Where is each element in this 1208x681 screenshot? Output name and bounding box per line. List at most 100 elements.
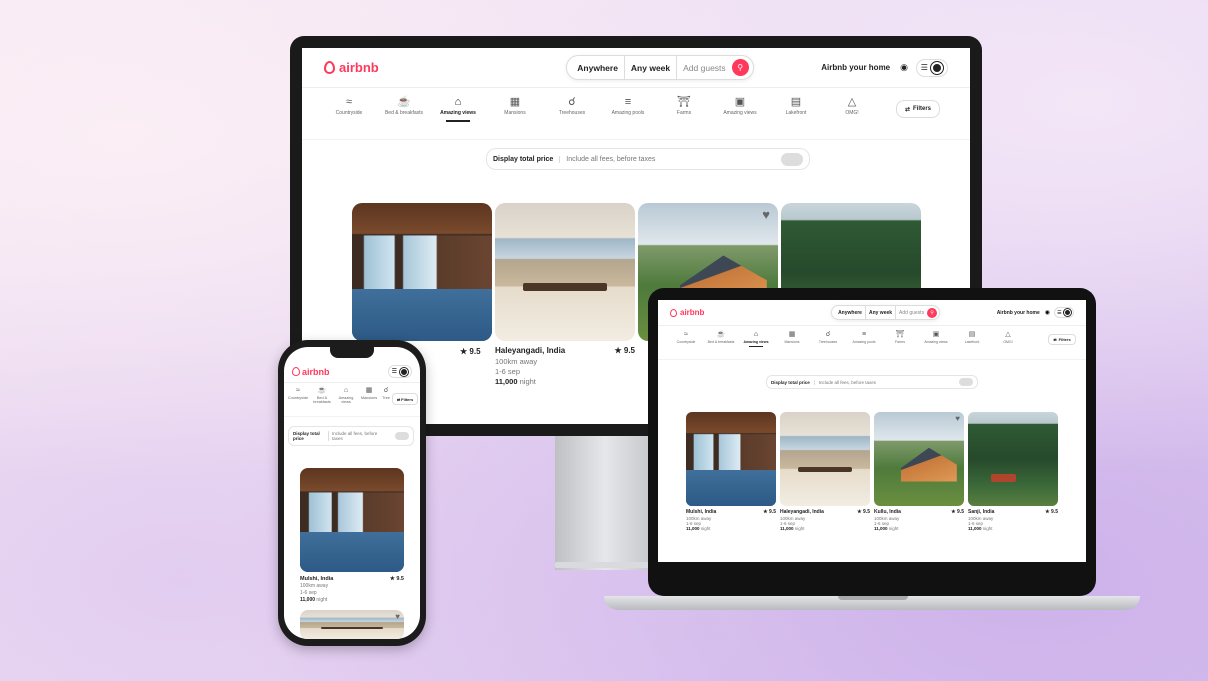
star-icon: ★ xyxy=(460,347,468,356)
total-price-toggle[interactable] xyxy=(781,152,803,166)
heart-icon[interactable]: ♥ xyxy=(395,612,400,621)
category-amazing-views-2[interactable]: ▣ Amazing views xyxy=(918,331,954,344)
listing-title-row: Haleyangadi, India ★ 9.5 xyxy=(780,509,870,515)
total-price-toggle-bar[interactable]: Display total price Include all fees, be… xyxy=(486,148,810,170)
airbnb-logo[interactable]: airbnb xyxy=(292,367,330,377)
search-bar[interactable]: Anywhere Any week Add guests ⚲ xyxy=(566,55,754,80)
listing-price: 11,000 night xyxy=(495,377,536,386)
countryside-icon: ≈ xyxy=(684,331,688,338)
category-omg[interactable]: △ OMG! xyxy=(990,331,1026,344)
listing-card[interactable]: Sanji, India ★ 9.5 100km away 1-6 sep 11,… xyxy=(968,412,1058,531)
listing-photo[interactable] xyxy=(780,412,870,506)
listing-title-row: Sanji, India ★ 9.5 xyxy=(968,509,1058,515)
omg-icon: △ xyxy=(847,96,857,108)
category-bed-breakfasts[interactable]: ☕ Bed & breakfasts xyxy=(310,387,334,405)
category-treehouses[interactable]: ☌ Treehouses xyxy=(810,331,846,344)
category-amazing-pools[interactable]: ≡ Amazing pools xyxy=(600,96,656,117)
listing-price: 11,000 night xyxy=(780,526,805,531)
airbnb-logo[interactable]: airbnb xyxy=(670,308,704,317)
category-countryside[interactable]: ≈ Countryside xyxy=(668,331,704,344)
search-icon[interactable]: ⚲ xyxy=(731,59,749,76)
category-amazing-views[interactable]: ⌂ Amazing views xyxy=(738,331,774,348)
listing-card[interactable]: Haleyangadi, India ★ 9.5 100km away 1-6 … xyxy=(495,203,635,386)
mansions-icon: ▦ xyxy=(509,96,521,108)
category-amazing-views[interactable]: ⌂ Amazing views xyxy=(334,387,358,405)
star-icon: ★ xyxy=(763,509,768,515)
host-link[interactable]: Airbnb your home xyxy=(821,63,890,72)
listing-photo[interactable] xyxy=(495,203,635,341)
search-guests[interactable]: Add guests xyxy=(896,310,927,316)
listing-photo[interactable] xyxy=(686,412,776,506)
category-mansions[interactable]: ▦ Mansions xyxy=(486,96,544,117)
listing-card[interactable]: ♥ Kullu, India ★ 9.5 100km away 1-6 sep 1… xyxy=(874,412,964,531)
bed-breakfast-icon: ☕ xyxy=(397,96,411,108)
listing-title-row: Mulshi, India ★ 9.5 xyxy=(686,509,776,515)
user-menu-button[interactable]: ☰ xyxy=(915,58,948,77)
phone-notch xyxy=(330,347,374,358)
heart-icon[interactable]: ♥ xyxy=(955,414,960,423)
countryside-icon: ≈ xyxy=(296,387,300,394)
heart-icon[interactable]: ♥ xyxy=(762,207,770,222)
total-price-toggle-bar[interactable]: Display total price Include all fees, be… xyxy=(288,426,414,446)
listing-rating: ★ 9.5 xyxy=(763,509,776,515)
listing-photo[interactable] xyxy=(352,203,492,341)
listing-title: Mulshi, India xyxy=(686,509,717,515)
category-omg[interactable]: △ OMG! xyxy=(824,96,880,117)
globe-icon[interactable]: ◉ xyxy=(900,62,908,73)
search-bar[interactable]: Anywhere Any week Add guests ⚲ xyxy=(831,305,941,320)
category-amazing-views[interactable]: ⌂ Amazing views xyxy=(430,96,486,122)
listing-card[interactable]: Mulshi, India ★ 9.5 100km away 1-6 sep 11… xyxy=(300,468,404,603)
category-treehouses[interactable]: ☌ Treehouses xyxy=(544,96,600,117)
listing-rating: ★ 9.5 xyxy=(951,509,964,515)
total-price-toggle[interactable] xyxy=(395,432,409,440)
star-icon: ★ xyxy=(1045,509,1050,515)
listing-photo[interactable] xyxy=(300,468,404,572)
category-bed-breakfasts[interactable]: ☕ Bed & breakfasts xyxy=(378,96,430,117)
category-countryside[interactable]: ≈ Countryside xyxy=(320,96,378,117)
mansions-icon: ▦ xyxy=(365,387,373,394)
category-countryside[interactable]: ≈ Countryside xyxy=(286,387,310,400)
category-amazing-pools[interactable]: ≡ Amazing pools xyxy=(846,331,882,344)
user-menu-button[interactable]: ☰ xyxy=(388,365,412,378)
star-icon: ★ xyxy=(857,509,862,515)
search-when[interactable]: Any week xyxy=(625,63,676,73)
filters-button[interactable]: ⇄ Filters xyxy=(1048,334,1076,345)
lakefront-icon: ▤ xyxy=(790,96,802,108)
listing-price: 11,000 night xyxy=(968,526,993,531)
host-link[interactable]: Airbnb your home xyxy=(997,310,1040,316)
avatar xyxy=(931,61,944,74)
listing-card[interactable] xyxy=(352,203,492,341)
category-farms[interactable]: ⛩ Farms xyxy=(882,331,918,344)
treehouses-icon: ☌ xyxy=(568,96,576,108)
listing-photo[interactable] xyxy=(968,412,1058,506)
listing-photo[interactable]: ♥ xyxy=(300,610,404,639)
listing-card[interactable]: Mulshi, India ★ 9.5 100km away 1-6 sep 11… xyxy=(686,412,776,531)
search-where[interactable]: Anywhere xyxy=(577,63,624,73)
star-icon: ★ xyxy=(389,576,395,582)
globe-icon[interactable]: ◉ xyxy=(1045,309,1050,316)
category-treehouses[interactable]: ☌ Tree xyxy=(380,387,392,400)
laptop-screen: airbnb Anywhere Any week Add guests ⚲ Ai… xyxy=(658,300,1086,562)
category-mansions[interactable]: ▦ Mansions xyxy=(774,331,810,344)
filters-button[interactable]: ⇄ Filters xyxy=(392,393,418,405)
total-price-toggle[interactable] xyxy=(959,378,973,386)
filters-button[interactable]: ⇄ Filters xyxy=(896,100,940,118)
airbnb-logo[interactable]: airbnb xyxy=(324,60,379,75)
search-where[interactable]: Anywhere xyxy=(838,310,865,316)
category-farms[interactable]: ⛩ Farms xyxy=(656,96,712,117)
category-amazing-views-2[interactable]: ▣ Amazing views xyxy=(712,96,768,117)
category-lakefront[interactable]: ▤ Lakefront xyxy=(954,331,990,344)
pools-icon: ≡ xyxy=(861,331,867,338)
listing-card[interactable]: Haleyangadi, India ★ 9.5 100km away 1-6 s… xyxy=(780,412,870,531)
category-mansions[interactable]: ▦ Mansions xyxy=(358,387,380,400)
category-bed-breakfasts[interactable]: ☕ Bed & breakfasts xyxy=(704,331,738,344)
amazing-views-icon: ⌂ xyxy=(454,96,462,108)
search-guests[interactable]: Add guests xyxy=(677,63,732,73)
listing-photo[interactable]: ♥ xyxy=(874,412,964,506)
search-icon[interactable]: ⚲ xyxy=(927,307,938,318)
search-when[interactable]: Any week xyxy=(866,310,895,316)
user-menu-button[interactable]: ☰ xyxy=(1054,307,1074,318)
hamburger-icon: ☰ xyxy=(920,63,928,72)
category-lakefront[interactable]: ▤ Lakefront xyxy=(768,96,824,117)
total-price-toggle-bar[interactable]: Display total price Include all fees, be… xyxy=(766,375,978,389)
